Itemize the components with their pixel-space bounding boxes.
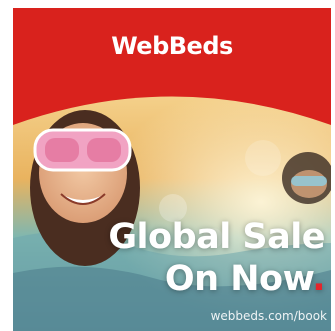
webbeds-logo: WebBeds bbox=[111, 32, 233, 60]
sale-headline: Global Sale On Now. bbox=[108, 216, 325, 300]
ad-banner[interactable]: WebBeds Global Sale On Now. webbeds.com/… bbox=[13, 8, 331, 331]
headline-line-2-text: On Now bbox=[164, 259, 313, 299]
headline-line-2: On Now. bbox=[108, 258, 326, 300]
headline-accent-dot: . bbox=[312, 259, 325, 299]
headline-line-1: Global Sale bbox=[108, 217, 325, 257]
website-url[interactable]: webbeds.com/book bbox=[211, 309, 327, 323]
